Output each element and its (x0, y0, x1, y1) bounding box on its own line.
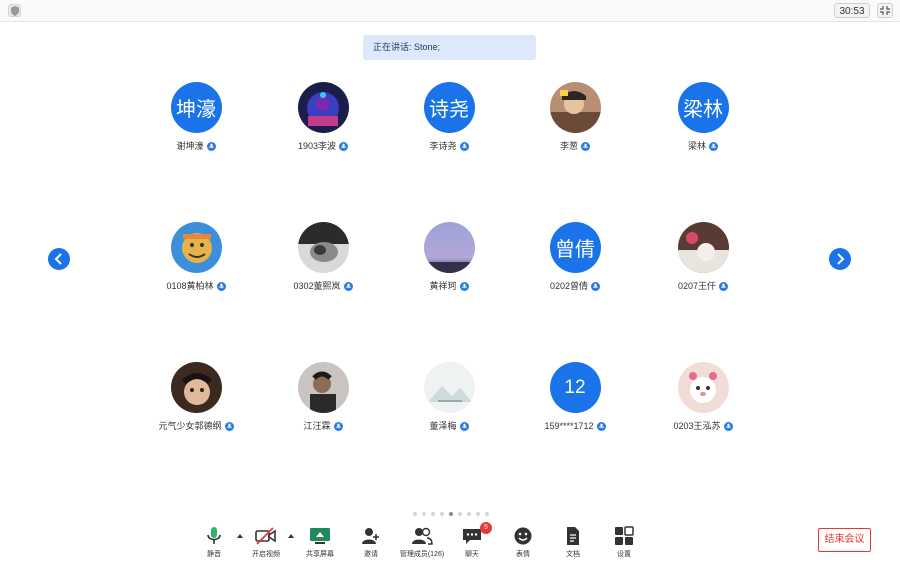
mic-icon (343, 281, 353, 291)
mic-icon (333, 421, 343, 431)
participant-tile[interactable]: 元气少女郭德纲 (136, 362, 256, 432)
avatar: 诗尧 (423, 82, 475, 133)
avatar (677, 362, 729, 413)
participant-tile[interactable]: 黄祥珂 (389, 222, 509, 292)
settings-grid-icon (613, 526, 635, 546)
avatar (297, 222, 349, 273)
mic-icon (339, 141, 349, 151)
participant-name: 谢坤濠 (176, 141, 204, 151)
participant-name: 1903李波 (297, 141, 337, 151)
video-off-icon (255, 526, 277, 546)
pagination-dot[interactable] (458, 512, 462, 516)
mute-button[interactable]: 静音 (184, 526, 244, 559)
meeting-timer: 30:53 (834, 3, 870, 18)
top-bar: 30:53 (0, 0, 900, 22)
prev-page-button[interactable] (48, 248, 70, 270)
pagination-dots[interactable] (413, 512, 489, 516)
mic-icon (459, 141, 469, 151)
mic-icon (596, 421, 606, 431)
avatar (423, 362, 475, 413)
participant-tile[interactable]: 0203王泓苏 (643, 362, 763, 432)
participant-tile[interactable]: 0108黄柏林 (136, 222, 256, 292)
avatar: 12 (549, 362, 601, 413)
mic-icon (723, 421, 733, 431)
add-user-icon (360, 526, 382, 546)
participant-tile[interactable]: 曾倩 0202曾倩 (515, 222, 635, 292)
pagination-dot[interactable] (422, 512, 426, 516)
pagination-dot[interactable] (476, 512, 480, 516)
share-screen-icon (309, 526, 331, 546)
pagination-dot[interactable] (485, 512, 489, 516)
participant-tile[interactable]: 诗尧 李诗尧 (389, 82, 509, 152)
participant-name: 0108黄柏林 (166, 281, 214, 291)
participant-name: 0207王仟 (677, 281, 717, 291)
participant-name: 0302董熙岚 (293, 281, 341, 291)
pagination-dot[interactable] (467, 512, 471, 516)
mic-icon (591, 281, 601, 291)
mic-icon (224, 421, 234, 431)
participant-tile[interactable]: 坤濠 谢坤濠 (136, 82, 256, 152)
end-meeting-button[interactable]: 结束会议 (818, 528, 871, 552)
video-label: 开启视频 (252, 551, 280, 558)
chat-unread-badge: 5 (480, 522, 492, 534)
mic-icon (459, 281, 469, 291)
pagination-dot[interactable] (440, 512, 444, 516)
microphone-icon (203, 526, 225, 546)
mic-icon (216, 281, 226, 291)
participant-name: 0203王泓苏 (673, 421, 721, 431)
active-speaker-banner: 正在讲话: Stone; (363, 35, 536, 60)
settings-label: 设置 (617, 551, 631, 558)
participant-name: 黄祥珂 (429, 281, 457, 291)
video-button[interactable]: 开启视频 (236, 526, 296, 559)
participant-tile[interactable]: 0207王仟 (643, 222, 763, 292)
participant-tile[interactable]: 江汪霖 (263, 362, 383, 432)
mic-icon (459, 421, 469, 431)
mic-icon (581, 141, 590, 151)
avatar (423, 222, 475, 273)
participant-tile[interactable]: 董泽梅 (389, 362, 509, 432)
participant-tile[interactable]: 0302董熙岚 (263, 222, 383, 292)
participant-tile[interactable]: 12 159****1712 (515, 362, 635, 432)
mic-icon (719, 281, 729, 291)
participant-name: 李诗尧 (429, 141, 457, 151)
participant-name: 江汪霖 (303, 421, 331, 431)
participant-name: 李葱 (559, 141, 578, 151)
members-icon (411, 526, 433, 546)
participant-tile[interactable]: 李葱 (515, 82, 635, 152)
avatar (170, 222, 222, 273)
emoji-icon (512, 526, 534, 546)
next-page-button[interactable] (829, 248, 851, 270)
avatar (297, 362, 349, 413)
settings-button[interactable]: 设置 (594, 526, 654, 559)
pagination-dot[interactable] (449, 512, 453, 516)
avatar (677, 222, 729, 273)
participant-name: 梁林 (687, 141, 706, 151)
participant-name: 元气少女郭德纲 (158, 421, 222, 431)
participant-tile[interactable]: 1903李波 (263, 82, 383, 152)
mic-icon (709, 141, 718, 151)
avatar (170, 362, 222, 413)
mic-icon (206, 141, 216, 151)
pagination-dot[interactable] (431, 512, 435, 516)
shield-icon[interactable] (8, 4, 21, 17)
exit-fullscreen-icon[interactable] (877, 3, 893, 18)
participant-tile[interactable]: 梁林 梁林 (643, 82, 763, 152)
mute-label: 静音 (207, 551, 221, 558)
avatar: 曾倩 (549, 222, 601, 273)
avatar (549, 82, 601, 133)
document-icon (562, 526, 584, 546)
pagination-dot[interactable] (413, 512, 417, 516)
avatar: 梁林 (677, 82, 729, 133)
participant-name: 董泽梅 (429, 421, 457, 431)
participant-name: 0202曾倩 (549, 281, 589, 291)
participant-name: 159****1712 (544, 421, 594, 431)
avatar: 坤濠 (170, 82, 222, 133)
avatar (297, 82, 349, 133)
